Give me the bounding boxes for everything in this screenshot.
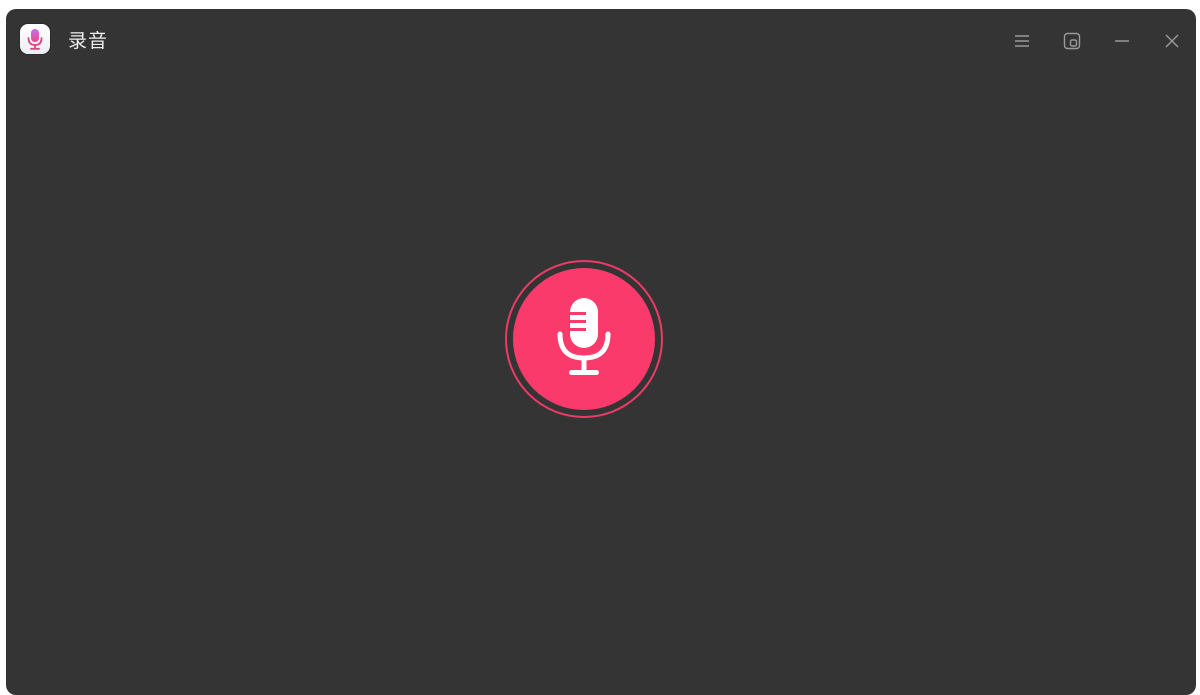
menu-icon: [1015, 35, 1029, 47]
microphone-app-icon: [27, 29, 43, 50]
record-control: [505, 260, 663, 418]
close-icon: [1165, 34, 1179, 48]
app-icon: [20, 24, 50, 54]
record-button[interactable]: [513, 268, 655, 410]
app-window: 录音: [6, 9, 1196, 695]
minimize-button[interactable]: [1107, 26, 1137, 56]
menu-button[interactable]: [1007, 26, 1037, 56]
microphone-icon: [557, 298, 611, 375]
titlebar[interactable]: 录音: [6, 9, 1196, 71]
floating-window-button[interactable]: [1057, 26, 1087, 56]
window-title: 录音: [68, 30, 109, 52]
minimize-icon: [1115, 40, 1129, 42]
close-button[interactable]: [1157, 26, 1187, 56]
floating-window-icon: [1063, 32, 1081, 50]
